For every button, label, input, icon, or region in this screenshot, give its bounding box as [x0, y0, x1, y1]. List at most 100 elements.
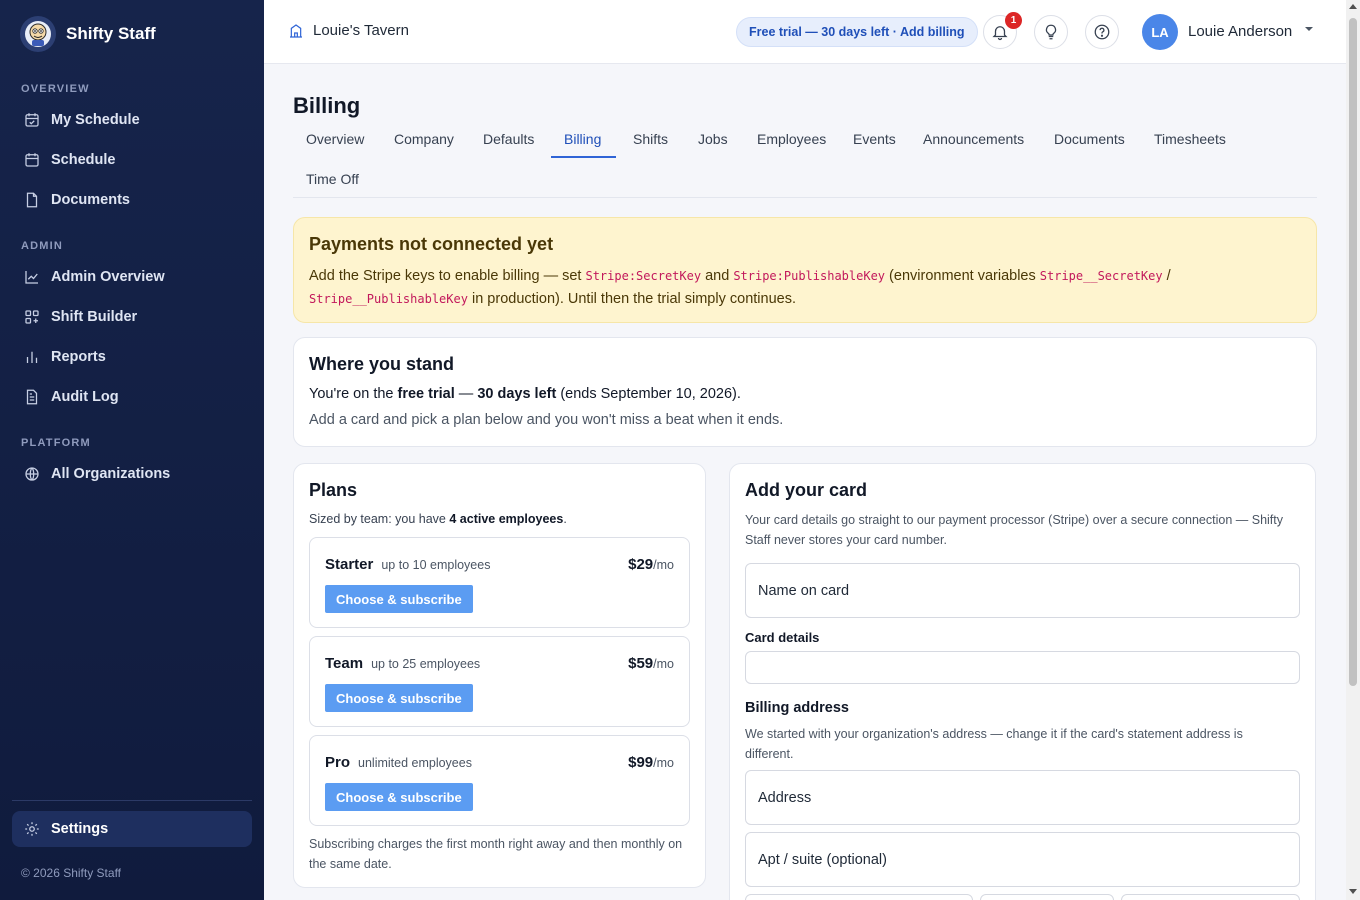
plans-subtitle-text: .	[563, 512, 567, 526]
user-name[interactable]: Louie Anderson	[1188, 23, 1292, 40]
tab-time-off[interactable]: Time Off	[306, 171, 359, 187]
gear-icon	[25, 822, 39, 836]
brand-name: Shifty Staff	[66, 24, 156, 43]
address-field[interactable]: Address	[745, 770, 1300, 825]
sidebar-item-label: Settings	[51, 821, 109, 837]
chevron-down-icon[interactable]	[1304, 26, 1314, 32]
active-employee-count: 4 active employees	[449, 512, 564, 526]
brand[interactable]: Shifty Staff	[20, 16, 156, 52]
city-field[interactable]	[745, 894, 973, 900]
sidebar-item-label: Shift Builder	[51, 309, 138, 325]
topbar: Louie's Tavern Free trial — 30 days left…	[264, 0, 1346, 64]
code-secret-key: Stripe:SecretKey	[585, 269, 702, 283]
nav-section-platform: PLATFORM	[21, 437, 91, 449]
plan-name: Team up to 25 employees	[325, 655, 480, 672]
page-title: Billing	[293, 93, 361, 118]
warning-text-part: in production). Until then the trial sim…	[467, 291, 796, 307]
plans-subtitle: Sized by team: you have 4 active employe…	[309, 512, 567, 526]
tab-announcements[interactable]: Announcements	[923, 131, 1024, 147]
add-card-card: Add your card Your card details go strai…	[729, 463, 1316, 900]
sidebar-divider	[12, 800, 252, 801]
avatar[interactable]: LA	[1142, 14, 1178, 50]
card-details-input[interactable]	[745, 651, 1300, 684]
sidebar-item-label: Documents	[51, 192, 130, 208]
plan-price-amount: $99	[628, 754, 654, 771]
tab-billing[interactable]: Billing	[564, 131, 601, 147]
trial-advice: Add a card and pick a plan below and you…	[309, 412, 784, 428]
calendar-check-icon	[25, 113, 39, 127]
sidebar-item-admin-overview[interactable]: Admin Overview	[12, 259, 252, 295]
code-env-secret-key: Stripe__SecretKey	[1039, 269, 1163, 283]
plan-price: $59/mo	[628, 655, 674, 672]
notifications-button[interactable]: 1	[983, 12, 1022, 49]
trial-end-date: (ends September 10, 2026).	[556, 386, 741, 402]
trial-status-card: Where you stand You're on the free trial…	[293, 337, 1317, 447]
tab-shifts[interactable]: Shifts	[633, 131, 668, 147]
notification-badge: 1	[1005, 12, 1022, 29]
plan-limit: up to 25 employees	[371, 657, 481, 671]
tab-events[interactable]: Events	[853, 131, 896, 147]
sidebar-item-settings[interactable]: Settings	[12, 811, 252, 847]
apt-suite-field[interactable]: Apt / suite (optional)	[745, 832, 1300, 887]
plans-footnote: Subscribing charges the first month righ…	[309, 837, 683, 871]
plan-team: Team up to 25 employees $59/mo Choose & s…	[309, 636, 690, 727]
help-button[interactable]	[1085, 15, 1119, 49]
name-on-card-field[interactable]: Name on card	[745, 563, 1300, 618]
trial-pill-add-billing[interactable]: Free trial — 30 days left · Add billing	[736, 17, 978, 47]
plans-subtitle-text: Sized by team: you have	[309, 512, 450, 526]
plan-price-amount: $59	[628, 655, 654, 672]
scroll-up-arrow-icon[interactable]	[1349, 4, 1357, 9]
line-chart-icon	[25, 271, 38, 284]
sidebar-item-schedule[interactable]: Schedule	[12, 142, 252, 178]
sidebar-footer: © 2026 Shifty Staff	[21, 866, 122, 880]
stand-title: Where you stand	[309, 354, 455, 374]
sidebar-item-shift-builder[interactable]: Shift Builder	[12, 299, 252, 335]
plan-name: Pro unlimited employees	[325, 754, 472, 771]
tab-jobs[interactable]: Jobs	[698, 131, 728, 147]
org-switcher[interactable]: Louie's Tavern	[288, 22, 409, 39]
trial-status-line: You're on the free trial — 30 days left …	[309, 386, 741, 402]
billing-address-description: We started with your organization's addr…	[745, 727, 1243, 761]
scroll-down-arrow-icon[interactable]	[1349, 889, 1357, 894]
sidebar-item-label: All Organizations	[51, 466, 171, 482]
plan-price-period: /mo	[653, 657, 674, 671]
plan-title: Starter	[325, 556, 374, 573]
org-name: Louie's Tavern	[313, 22, 409, 39]
sidebar-item-label: Schedule	[51, 152, 116, 168]
active-tab-indicator	[551, 156, 616, 158]
tab-overview[interactable]: Overview	[306, 131, 364, 147]
tab-documents[interactable]: Documents	[1054, 131, 1125, 147]
calendar-icon	[25, 153, 39, 167]
plan-price: $99/mo	[628, 754, 674, 771]
sidebar-item-reports[interactable]: Reports	[12, 339, 252, 375]
state-field[interactable]	[980, 894, 1114, 900]
sidebar-item-my-schedule[interactable]: My Schedule	[12, 102, 252, 138]
choose-team-button[interactable]: Choose & subscribe	[325, 684, 473, 712]
tab-defaults[interactable]: Defaults	[483, 131, 534, 147]
lightbulb-icon	[1045, 24, 1057, 40]
plan-price-period: /mo	[653, 756, 674, 770]
sidebar-item-documents[interactable]: Documents	[12, 182, 252, 218]
plan-name: Starter up to 10 employees	[325, 556, 490, 573]
tab-timesheets[interactable]: Timesheets	[1154, 131, 1226, 147]
choose-pro-button[interactable]: Choose & subscribe	[325, 783, 473, 811]
code-env-publishable-key: Stripe__PublishableKey	[309, 292, 468, 306]
warning-text-part: (environment variables	[885, 268, 1040, 284]
nav-section-admin: ADMIN	[21, 240, 64, 252]
tab-company[interactable]: Company	[394, 131, 454, 147]
tabs-divider	[293, 197, 1317, 198]
help-icon	[1094, 24, 1110, 40]
sidebar-item-all-organizations[interactable]: All Organizations	[12, 456, 252, 492]
page-scrollbar[interactable]	[1346, 0, 1360, 900]
warning-text-part: /	[1162, 268, 1171, 284]
add-card-title: Add your card	[745, 480, 868, 500]
tips-button[interactable]	[1034, 15, 1068, 49]
scroll-thumb[interactable]	[1349, 18, 1357, 686]
plan-limit: unlimited employees	[358, 756, 472, 770]
grid-icon	[25, 310, 39, 324]
sidebar-item-label: Admin Overview	[51, 269, 165, 285]
sidebar-item-audit-log[interactable]: Audit Log	[12, 379, 252, 415]
choose-starter-button[interactable]: Choose & subscribe	[325, 585, 473, 613]
tab-employees[interactable]: Employees	[757, 131, 826, 147]
postal-code-field[interactable]	[1121, 894, 1300, 900]
